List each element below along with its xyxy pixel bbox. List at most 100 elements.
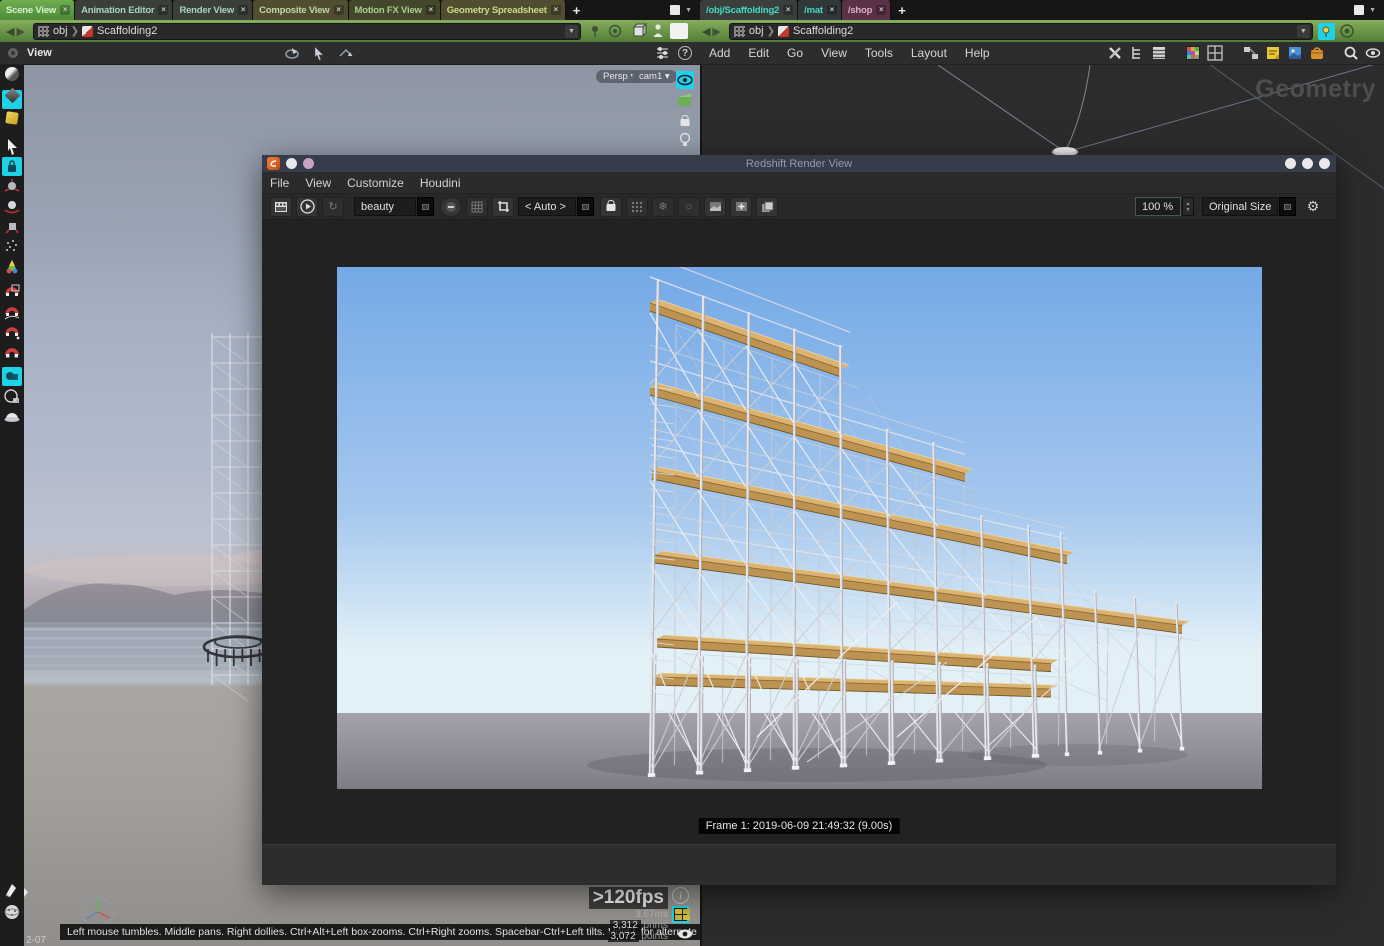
tab-shop[interactable]: /shop× <box>842 0 891 20</box>
size-menu-button[interactable] <box>1279 197 1296 216</box>
tree-view-icon[interactable] <box>1129 45 1145 61</box>
snap-point-magnet-icon[interactable] <box>2 322 22 341</box>
menu-tools[interactable]: Tools <box>865 46 893 60</box>
shade-sphere-icon[interactable] <box>2 67 22 86</box>
eye-icon[interactable] <box>1365 45 1381 61</box>
radial-menu-icon[interactable] <box>1339 23 1355 39</box>
menu-view[interactable]: View <box>821 46 847 60</box>
display-options-icon[interactable] <box>655 46 670 60</box>
back-arrow-icon[interactable]: ◀ <box>6 25 14 38</box>
camera-badge[interactable]: cam1 ▾ <box>632 70 677 83</box>
window-maximize-button[interactable] <box>1302 158 1313 169</box>
select-visible-icon[interactable] <box>2 387 22 406</box>
cube-icon[interactable] <box>631 23 647 39</box>
pose-icon[interactable] <box>2 257 22 276</box>
select-arrow-icon[interactable] <box>2 137 22 156</box>
menu-help[interactable]: Help <box>965 46 990 60</box>
view-eye-button[interactable] <box>676 71 694 89</box>
redshift-render-view-window[interactable]: Redshift Render View File View Customize… <box>262 155 1336 885</box>
visibility-icon[interactable] <box>676 926 694 942</box>
freeze-button[interactable]: ❄ <box>652 197 674 217</box>
tab-scene-view[interactable]: Scene View× <box>0 0 75 20</box>
new-tab-button[interactable]: + <box>566 3 588 18</box>
move-view-icon[interactable] <box>338 46 355 61</box>
zoom-stepper[interactable]: ▲▼ <box>1182 197 1194 216</box>
target-icon[interactable] <box>607 23 623 39</box>
pin-icon[interactable] <box>587 23 603 39</box>
menu-customize[interactable]: Customize <box>347 176 404 190</box>
new-tab-button-right[interactable]: + <box>891 3 913 18</box>
window-close-button[interactable] <box>1319 158 1330 169</box>
zoom-level-field[interactable]: 100 % <box>1135 197 1181 216</box>
path-node[interactable]: Scaffolding2 <box>97 25 157 37</box>
path-dropdown-icon[interactable]: ▼ <box>1297 25 1310 38</box>
close-icon[interactable]: × <box>876 5 886 15</box>
quad-view-button[interactable] <box>672 906 689 923</box>
bucket-order-select[interactable]: < Auto > <box>518 197 576 216</box>
snap-box-magnet-icon[interactable] <box>2 282 22 301</box>
render-start-button[interactable] <box>296 197 318 217</box>
grid-view-icon[interactable] <box>1207 45 1223 61</box>
pane-maximize-icon[interactable] <box>670 5 680 15</box>
lighting-button[interactable] <box>676 131 694 149</box>
window-button[interactable] <box>286 158 297 169</box>
pane-menu-icon[interactable]: ▼ <box>685 7 692 14</box>
particles-icon[interactable] <box>2 237 22 256</box>
pane-menu-icon[interactable]: ▼ <box>1369 7 1376 14</box>
multi-objects-icon[interactable] <box>2 367 22 386</box>
settings-gear-icon[interactable]: ⚙ <box>1302 197 1324 217</box>
background-image-icon[interactable] <box>1287 45 1303 61</box>
bucket-menu-button[interactable] <box>577 197 594 216</box>
aov-badge[interactable] <box>440 197 462 217</box>
rotate-icon[interactable] <box>2 197 22 216</box>
render-restart-button[interactable]: ↻ <box>322 197 344 217</box>
path-dropdown-icon[interactable]: ▼ <box>565 25 578 38</box>
select-tool-icon[interactable] <box>311 46 328 61</box>
tumble-tool-icon[interactable] <box>284 46 301 61</box>
window-button[interactable] <box>303 158 314 169</box>
close-icon[interactable]: × <box>60 5 70 15</box>
menu-file[interactable]: File <box>270 176 289 190</box>
close-icon[interactable]: × <box>827 5 837 15</box>
viewport-layout-button[interactable] <box>670 23 688 39</box>
info-icon[interactable]: i <box>672 887 689 904</box>
forward-arrow-icon[interactable]: ▶ <box>712 25 720 38</box>
tab-composite-view[interactable]: Composite View× <box>253 0 348 20</box>
menu-view[interactable]: View <box>305 176 331 190</box>
snapshot-b-button[interactable] <box>730 197 752 217</box>
close-icon[interactable]: × <box>551 5 561 15</box>
scale-icon[interactable] <box>2 217 22 236</box>
network-path-left[interactable]: obj ❯ Scaffolding2 ▼ <box>33 23 581 40</box>
pin-active-button[interactable] <box>1318 23 1335 40</box>
lock-button[interactable] <box>600 197 622 217</box>
help-icon[interactable]: ? <box>678 46 692 60</box>
close-icon[interactable]: × <box>238 5 248 15</box>
display-size-select[interactable]: Original Size <box>1202 197 1278 216</box>
character-icon[interactable] <box>650 23 666 39</box>
render-canvas-area[interactable]: Frame 1: 2019-06-09 21:49:32 (9.00s) <box>262 220 1336 844</box>
network-path-right[interactable]: obj ❯ Scaffolding2 ▼ <box>729 23 1313 40</box>
pass-menu-button[interactable] <box>417 197 434 216</box>
network-overview-icon[interactable] <box>1243 45 1259 61</box>
path-node[interactable]: Scaffolding2 <box>793 25 853 37</box>
menu-layout[interactable]: Layout <box>911 46 947 60</box>
forward-arrow-icon[interactable]: ▶ <box>16 25 24 38</box>
tab-render-view[interactable]: Render View× <box>173 0 253 20</box>
checker-button[interactable] <box>466 197 488 217</box>
globe-icon[interactable] <box>2 903 22 926</box>
snap-gem-icon[interactable] <box>2 90 22 109</box>
path-root[interactable]: obj <box>749 25 764 37</box>
tab-animation-editor[interactable]: Animation Editor× <box>75 0 173 20</box>
snap-magnet-icon[interactable] <box>2 342 22 361</box>
ufo-dome-icon[interactable] <box>2 407 22 426</box>
close-icon[interactable]: × <box>158 5 168 15</box>
secure-selection-icon[interactable] <box>2 157 22 176</box>
close-icon[interactable]: × <box>426 5 436 15</box>
bucket-grid-button[interactable] <box>626 197 648 217</box>
tab-mat[interactable]: /mat× <box>798 0 842 20</box>
window-title-bar[interactable]: Redshift Render View <box>262 155 1336 172</box>
crop-button[interactable] <box>492 197 514 217</box>
render-pass-select[interactable]: beauty <box>354 197 416 216</box>
viewport-menu-icon[interactable] <box>6 46 21 61</box>
close-icon[interactable]: × <box>783 5 793 15</box>
